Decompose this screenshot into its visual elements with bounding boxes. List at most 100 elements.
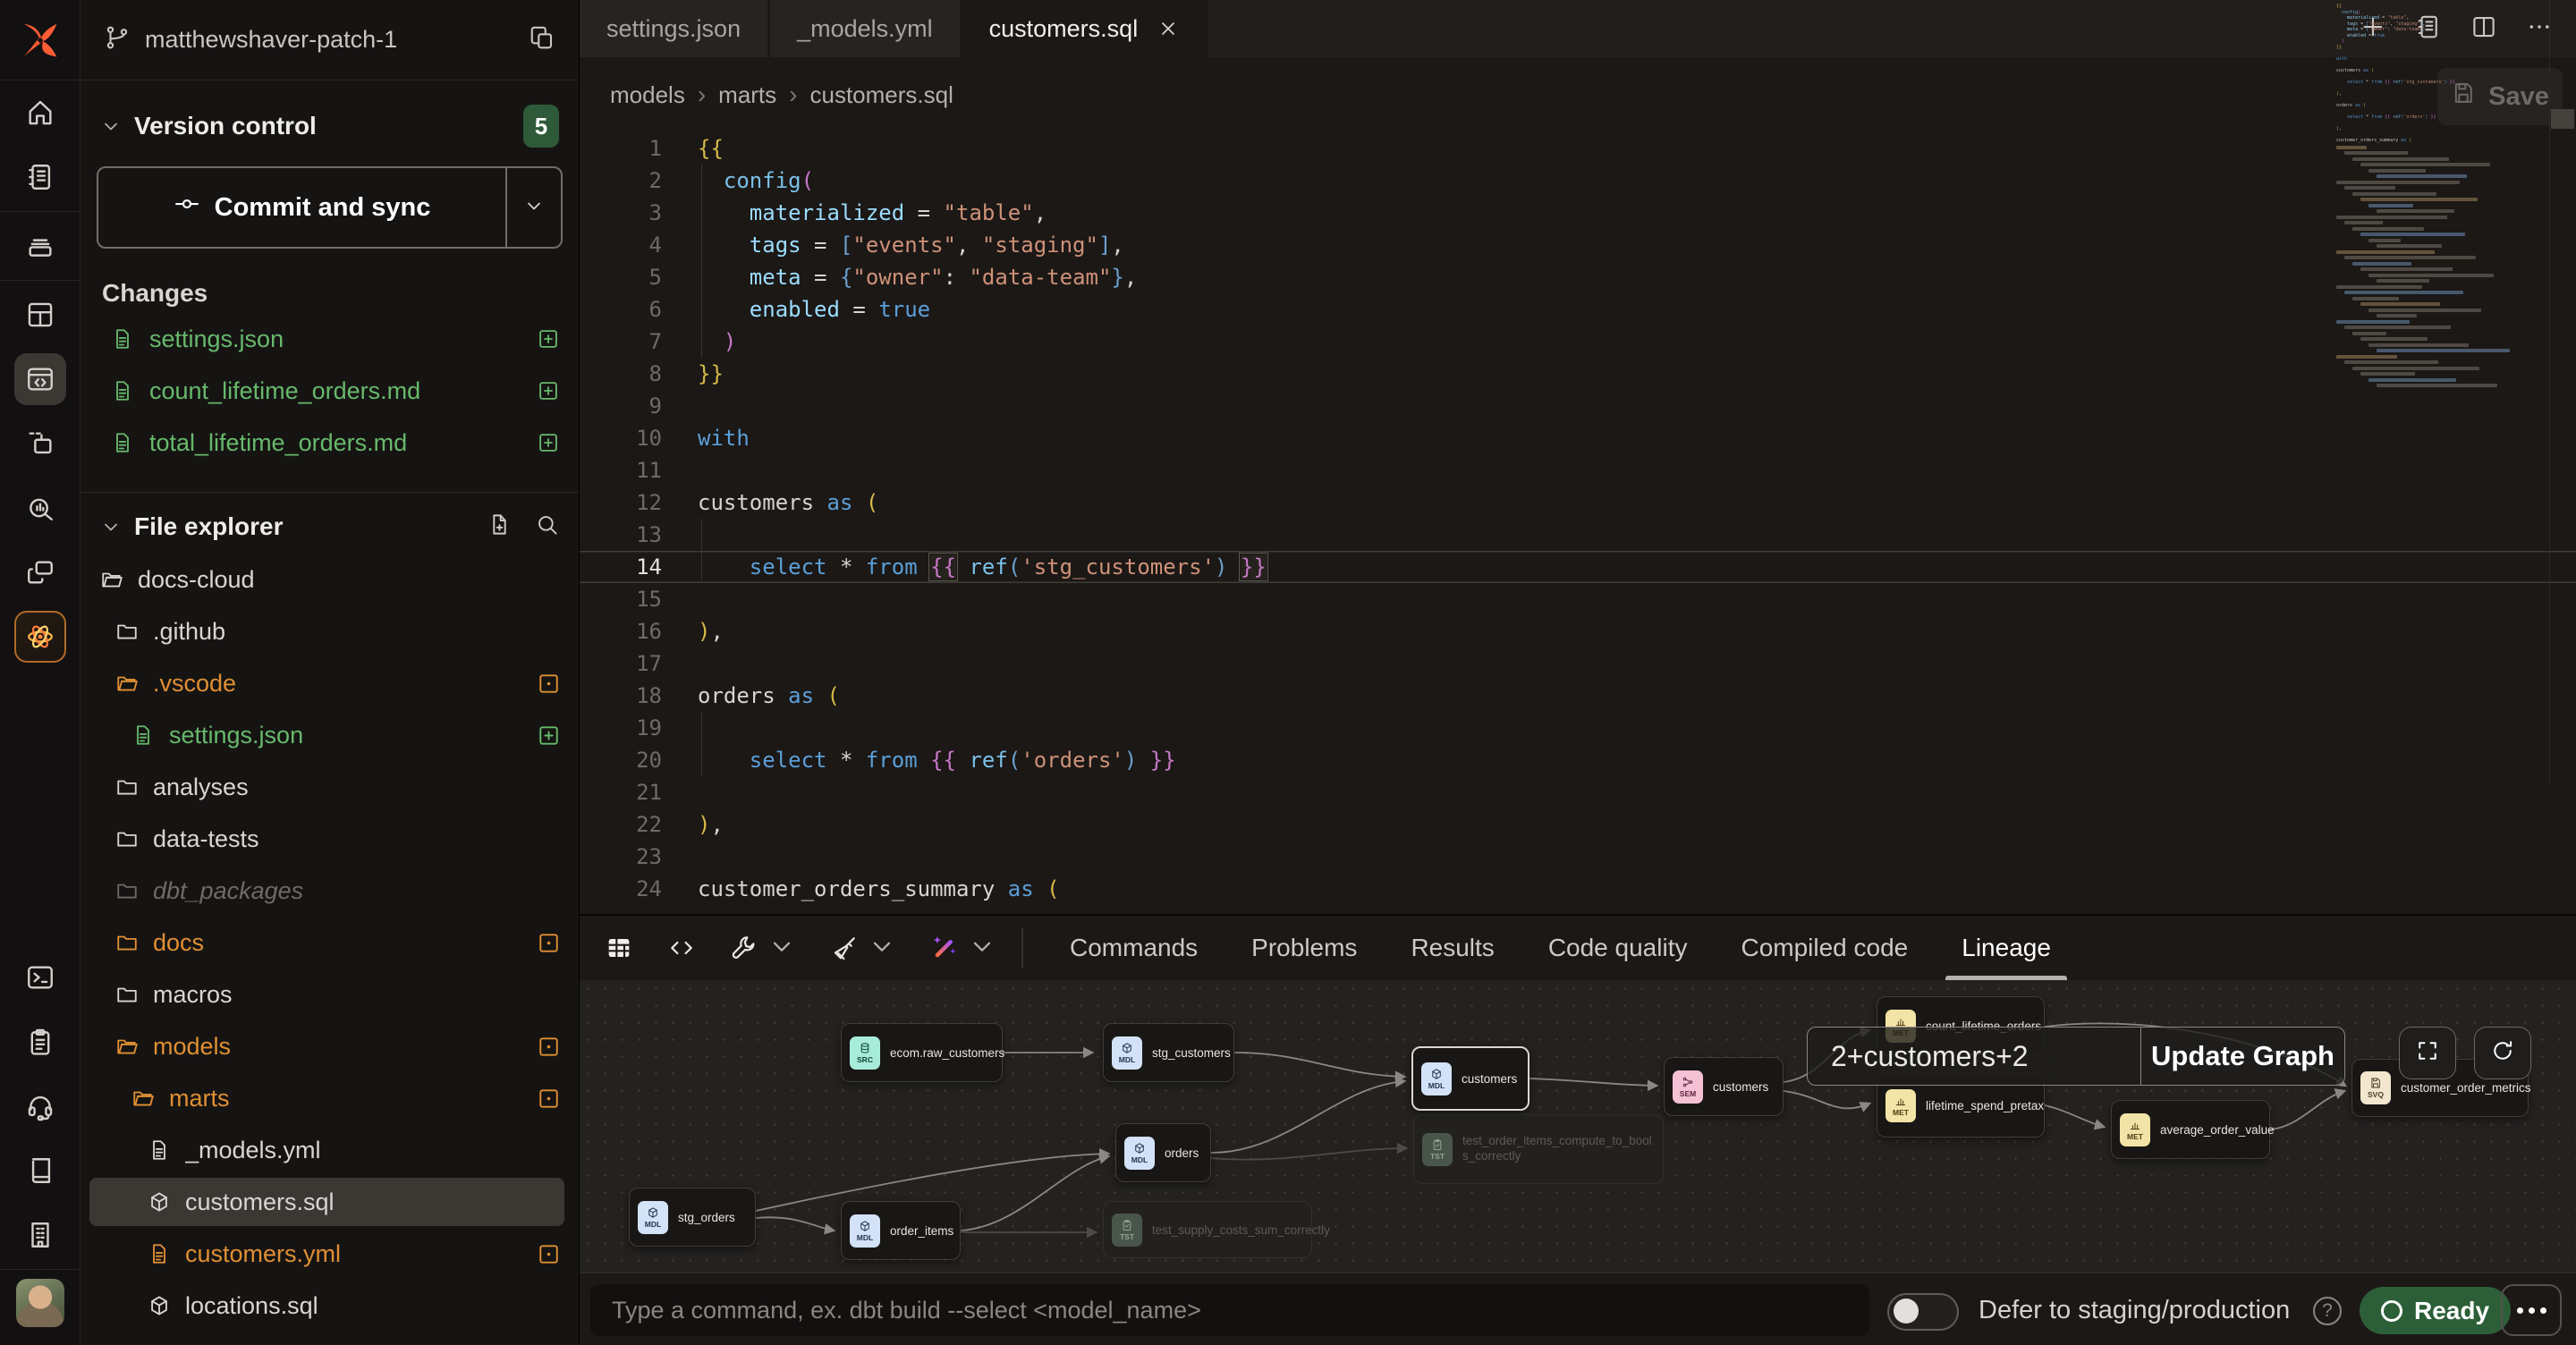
code-line-4[interactable]: 4 tags = ["events", "staging"], — [580, 229, 2576, 261]
new-file-icon[interactable] — [487, 512, 512, 541]
code-line-21[interactable]: 21 — [580, 776, 2576, 808]
panel-tab-problems[interactable]: Problems — [1224, 916, 1384, 980]
editor-tab-settings-json[interactable]: settings.json — [580, 0, 770, 57]
breadcrumb-item[interactable]: models — [610, 81, 685, 109]
stage-file-icon[interactable] — [537, 431, 561, 455]
tree-item-macros[interactable]: macros — [80, 969, 579, 1020]
rail-item-tasks[interactable] — [0, 1010, 80, 1074]
tree-item-customers-yml[interactable]: customers.yml — [80, 1228, 579, 1280]
changed-file-row[interactable]: settings.json — [80, 313, 579, 365]
rail-item-terminal[interactable] — [0, 945, 80, 1010]
rail-item-documentation[interactable] — [0, 1138, 80, 1203]
code-view-icon[interactable] — [667, 934, 696, 962]
code-line-18[interactable]: 18orders as ( — [580, 680, 2576, 712]
editor-tab--models-yml[interactable]: _models.yml — [770, 0, 962, 57]
lineage-node-stg-customers[interactable]: MDLstg_customers — [1103, 1023, 1234, 1082]
panel-tab-code-quality[interactable]: Code quality — [1521, 916, 1715, 980]
commit-and-sync-main[interactable]: Commit and sync — [98, 168, 505, 247]
scrollbar-thumb[interactable] — [2551, 109, 2574, 129]
chevron-down-icon[interactable] — [100, 516, 122, 537]
ready-status-badge[interactable]: Ready — [2360, 1287, 2511, 1334]
code-line-16[interactable]: 16), — [580, 615, 2576, 647]
tree-item-locations-yml[interactable]: locations.yml — [80, 1332, 579, 1345]
code-line-17[interactable]: 17 — [580, 647, 2576, 680]
tree-item-docs[interactable]: docs — [80, 917, 579, 969]
copy-icon[interactable] — [529, 24, 555, 55]
changed-file-row[interactable]: total_lifetime_orders.md — [80, 417, 579, 469]
stage-file-icon[interactable] — [537, 379, 561, 403]
code-line-8[interactable]: 8}} — [580, 358, 2576, 390]
chevron-down-icon[interactable] — [100, 115, 122, 137]
tree-item-customers-sql[interactable]: customers.sql — [80, 1176, 579, 1228]
code-line-15[interactable]: 15 — [580, 583, 2576, 615]
rail-item-organization[interactable] — [0, 1203, 80, 1267]
code-line-13[interactable]: 13 — [580, 519, 2576, 551]
file-explorer-header[interactable]: File explorer — [80, 505, 579, 548]
stage-file-icon[interactable] — [537, 327, 561, 351]
code-line-5[interactable]: 5 meta = {"owner": "data-team"}, — [580, 261, 2576, 293]
version-control-header[interactable]: Version control 5 — [80, 106, 579, 147]
code-line-19[interactable]: 19 — [580, 712, 2576, 744]
close-tab-icon[interactable] — [1157, 18, 1179, 39]
lineage-node-raw-customers[interactable]: SRCecom.raw_customers — [841, 1023, 1003, 1082]
code-line-3[interactable]: 3 materialized = "table", — [580, 197, 2576, 229]
tree-item--vscode[interactable]: .vscode — [80, 657, 579, 709]
chevron-down-icon[interactable] — [968, 932, 996, 965]
editor-tab-customers-sql[interactable]: customers.sql — [962, 0, 1209, 57]
code-line-14[interactable]: 14 select * from {{ ref('stg_customers')… — [580, 551, 2576, 583]
changed-file-row[interactable]: count_lifetime_orders.md — [80, 365, 579, 417]
tree-item-settings-json[interactable]: settings.json — [80, 709, 579, 761]
commit-and-sync-button[interactable]: Commit and sync — [97, 166, 563, 249]
code-line-23[interactable]: 23 — [580, 841, 2576, 873]
rail-item-dashboard[interactable] — [0, 283, 80, 347]
fullscreen-button[interactable] — [2399, 1027, 2456, 1079]
code-editor[interactable]: 1{{2 config(3 materialized = "table",4 t… — [580, 132, 2576, 914]
code-line-1[interactable]: 1{{ — [580, 132, 2576, 165]
code-line-20[interactable]: 20 select * from {{ ref('orders') }} — [580, 744, 2576, 776]
code-line-24[interactable]: 24customer_orders_summary as ( — [580, 873, 2576, 905]
format-icon[interactable] — [830, 932, 896, 965]
code-line-12[interactable]: 12customers as ( — [580, 486, 2576, 519]
build-tools-icon[interactable] — [730, 932, 796, 965]
ai-fix-icon[interactable] — [930, 932, 996, 965]
dbt-logo-icon[interactable] — [0, 0, 80, 80]
rail-item-ide[interactable] — [0, 347, 80, 411]
rail-item-explore[interactable] — [0, 476, 80, 540]
lineage-node-test-supply[interactable]: TSTtest_supply_costs_sum_correctly — [1103, 1201, 1312, 1258]
tree-item-locations-sql[interactable]: locations.sql — [80, 1280, 579, 1332]
rail-item-docs[interactable] — [0, 145, 80, 209]
code-line-10[interactable]: 10with — [580, 422, 2576, 454]
code-line-7[interactable]: 7 ) — [580, 326, 2576, 358]
lineage-node-avg-order[interactable]: METaverage_order_value — [2111, 1100, 2270, 1159]
tree-item-data-tests[interactable]: data-tests — [80, 813, 579, 865]
tree-item--github[interactable]: .github — [80, 605, 579, 657]
code-line-9[interactable]: 9 — [580, 390, 2576, 422]
tree-item-docs-cloud[interactable]: docs-cloud — [80, 554, 579, 605]
tree-item-marts[interactable]: marts — [80, 1072, 579, 1124]
editor-minimap[interactable]: 1{{2 config(3 materialized = "table",4 t… — [2336, 4, 2515, 504]
breadcrumb-item[interactable]: marts — [718, 81, 776, 109]
panel-tab-lineage[interactable]: Lineage — [1935, 916, 2078, 980]
lineage-node-stg-orders[interactable]: MDLstg_orders — [629, 1188, 756, 1247]
code-line-2[interactable]: 2 config( — [580, 165, 2576, 197]
lineage-node-customers-mdl[interactable]: MDLcustomers — [1411, 1046, 1530, 1111]
command-more-button[interactable] — [2501, 1284, 2562, 1336]
rail-item-environments[interactable] — [0, 214, 80, 278]
tree-item--models-yml[interactable]: _models.yml — [80, 1124, 579, 1176]
command-input[interactable] — [590, 1284, 1869, 1336]
rail-item-canvas[interactable] — [0, 411, 80, 476]
editor-scrollbar[interactable] — [2549, 0, 2576, 782]
code-line-11[interactable]: 11 — [580, 454, 2576, 486]
rail-item-apps[interactable] — [0, 540, 80, 605]
user-avatar[interactable] — [16, 1279, 64, 1327]
lineage-node-orders[interactable]: MDLorders — [1115, 1123, 1211, 1182]
lineage-selector-value[interactable]: 2+customers+2 — [1808, 1028, 2140, 1085]
code-line-6[interactable]: 6 enabled = true — [580, 293, 2576, 326]
tree-item-models[interactable]: models — [80, 1020, 579, 1072]
tree-item-dbt-packages[interactable]: dbt_packages — [80, 865, 579, 917]
rail-item-home[interactable] — [0, 80, 80, 145]
defer-toggle[interactable] — [1887, 1293, 1959, 1331]
project-header[interactable]: matthewshaver-patch-1 — [80, 0, 579, 80]
update-graph-button[interactable]: Update Graph — [2140, 1028, 2344, 1085]
breadcrumb-item[interactable]: customers.sql — [809, 81, 953, 109]
